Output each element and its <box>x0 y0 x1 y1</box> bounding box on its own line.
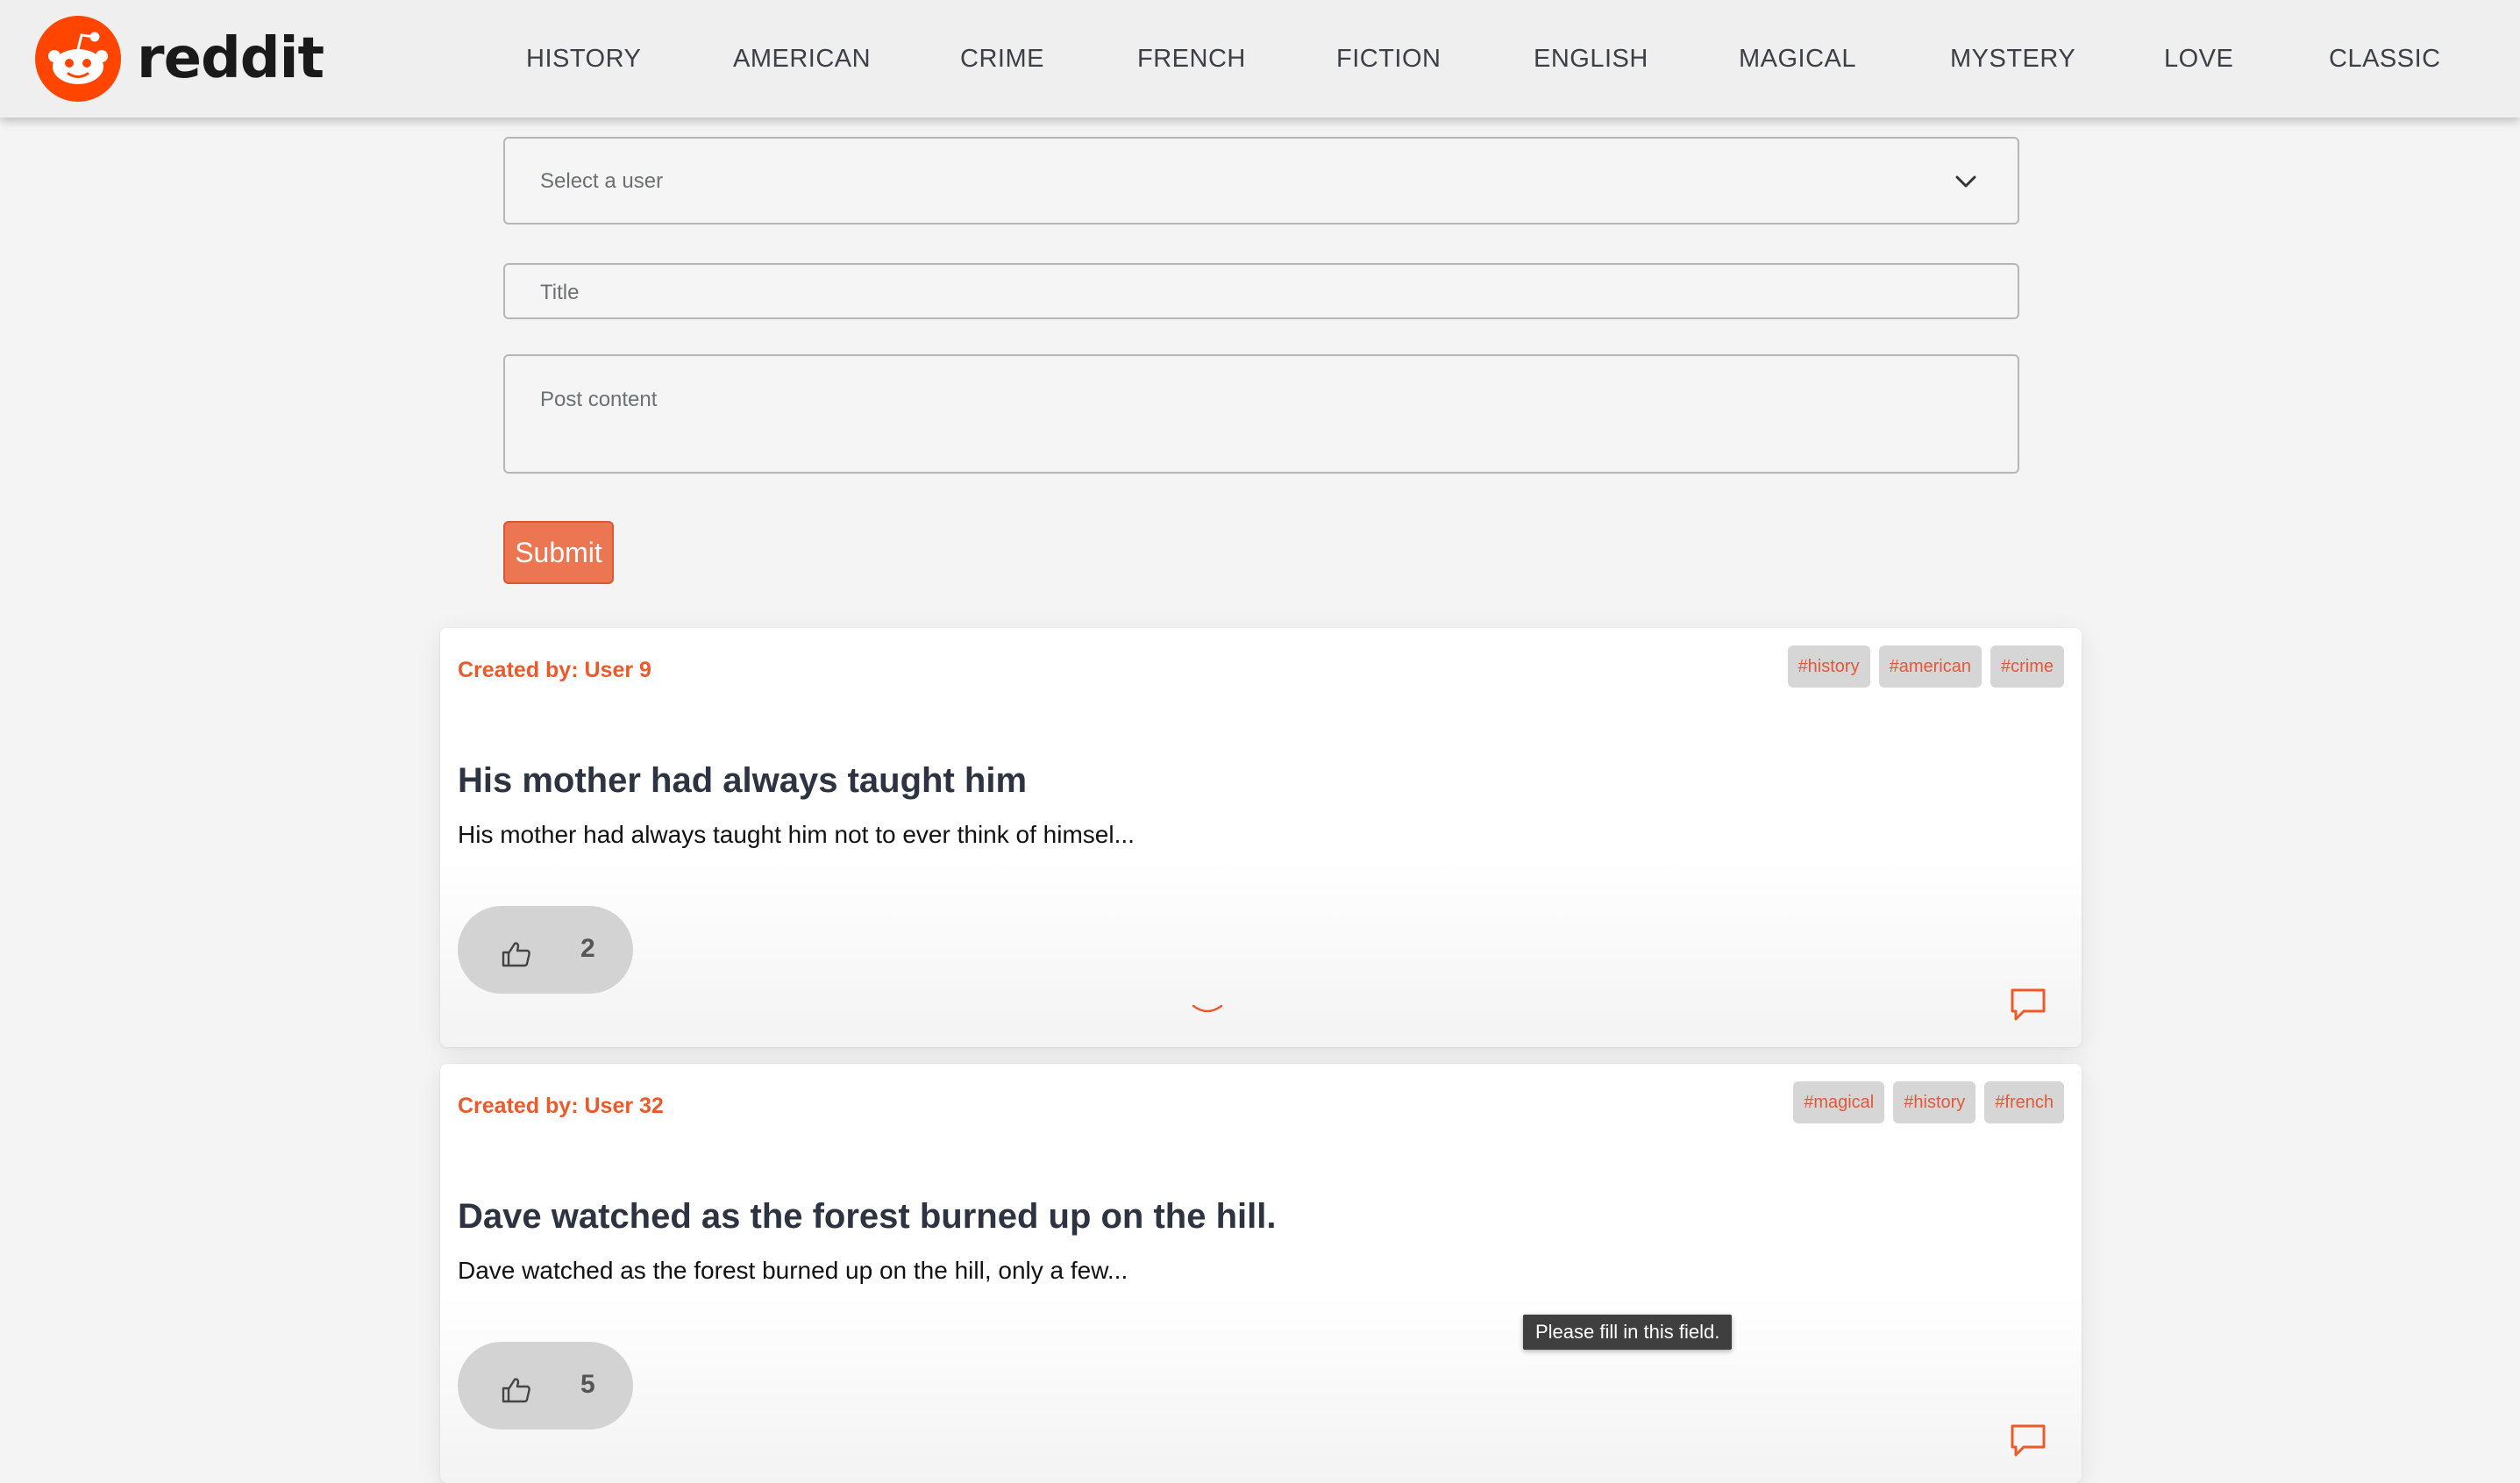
tag-chip[interactable]: #history <box>1787 645 1870 688</box>
nav-item-crime[interactable]: CRIME <box>960 45 1044 74</box>
post-excerpt: Dave watched as the forest burned up on … <box>458 1257 1128 1284</box>
post-author: Created by: User 9 <box>458 658 651 682</box>
chevron-down-icon <box>1955 175 1976 188</box>
submit-button[interactable]: Submit <box>503 521 614 584</box>
thumbs-up-icon <box>502 942 530 967</box>
tag-chip[interactable]: #history <box>1893 1081 1976 1123</box>
validation-tooltip: Please fill in this field. <box>1523 1315 1733 1350</box>
tag-chip[interactable]: #french <box>1984 1081 2064 1123</box>
post-tags: #history #american #crime <box>1787 645 2064 688</box>
comment-icon[interactable] <box>2010 987 2047 1023</box>
nav-item-american[interactable]: AMERICAN <box>733 45 871 74</box>
post-title[interactable]: Dave watched as the forest burned up on … <box>458 1197 1276 1237</box>
post-excerpt: His mother had always taught him not to … <box>458 821 1135 848</box>
top-navbar: reddit HISTORY AMERICAN CRIME FRENCH FIC… <box>0 0 2520 118</box>
comment-icon[interactable] <box>2010 1423 2047 1458</box>
nav-item-french[interactable]: FRENCH <box>1137 45 1246 74</box>
nav-item-english[interactable]: ENGLISH <box>1534 45 1648 74</box>
post-content-placeholder: Post content <box>540 388 658 411</box>
reddit-snoo-icon <box>35 16 121 102</box>
post-card: Created by: User 9 #history #american #c… <box>440 628 2082 1047</box>
category-nav: HISTORY AMERICAN CRIME FRENCH FICTION EN… <box>491 0 2499 118</box>
post-title[interactable]: His mother had always taught him <box>458 761 1027 801</box>
reddit-logo[interactable]: reddit <box>35 16 324 102</box>
post-author: Created by: User 32 <box>458 1094 664 1118</box>
nav-item-fiction[interactable]: FICTION <box>1336 45 1442 74</box>
nav-item-love[interactable]: LOVE <box>2164 45 2233 74</box>
like-count: 2 <box>580 934 595 963</box>
title-placeholder: Title <box>540 281 580 304</box>
nav-item-magical[interactable]: MAGICAL <box>1739 45 1856 74</box>
expand-chevron-icon[interactable] <box>1192 1003 1223 1017</box>
thumbs-up-icon <box>502 1378 530 1403</box>
user-select-placeholder: Select a user <box>540 169 664 193</box>
title-input[interactable]: Title <box>503 263 2019 319</box>
post-content-textarea[interactable]: Post content <box>503 354 2019 474</box>
brand-name: reddit <box>137 26 324 91</box>
tag-chip[interactable]: #american <box>1878 645 1982 688</box>
tag-chip[interactable]: #crime <box>1990 645 2064 688</box>
like-button[interactable]: 5 <box>458 1342 633 1430</box>
nav-item-classic[interactable]: CLASSIC <box>2329 45 2441 74</box>
like-button[interactable]: 2 <box>458 906 633 994</box>
like-count: 5 <box>580 1370 595 1399</box>
post-tags: #magical #history #french <box>1793 1081 2064 1123</box>
user-select[interactable]: Select a user <box>503 137 2019 225</box>
nav-item-mystery[interactable]: MYSTERY <box>1950 45 2075 74</box>
tag-chip[interactable]: #magical <box>1793 1081 1885 1123</box>
nav-item-history[interactable]: HISTORY <box>526 45 641 74</box>
post-card: Created by: User 32 #magical #history #f… <box>440 1064 2082 1483</box>
